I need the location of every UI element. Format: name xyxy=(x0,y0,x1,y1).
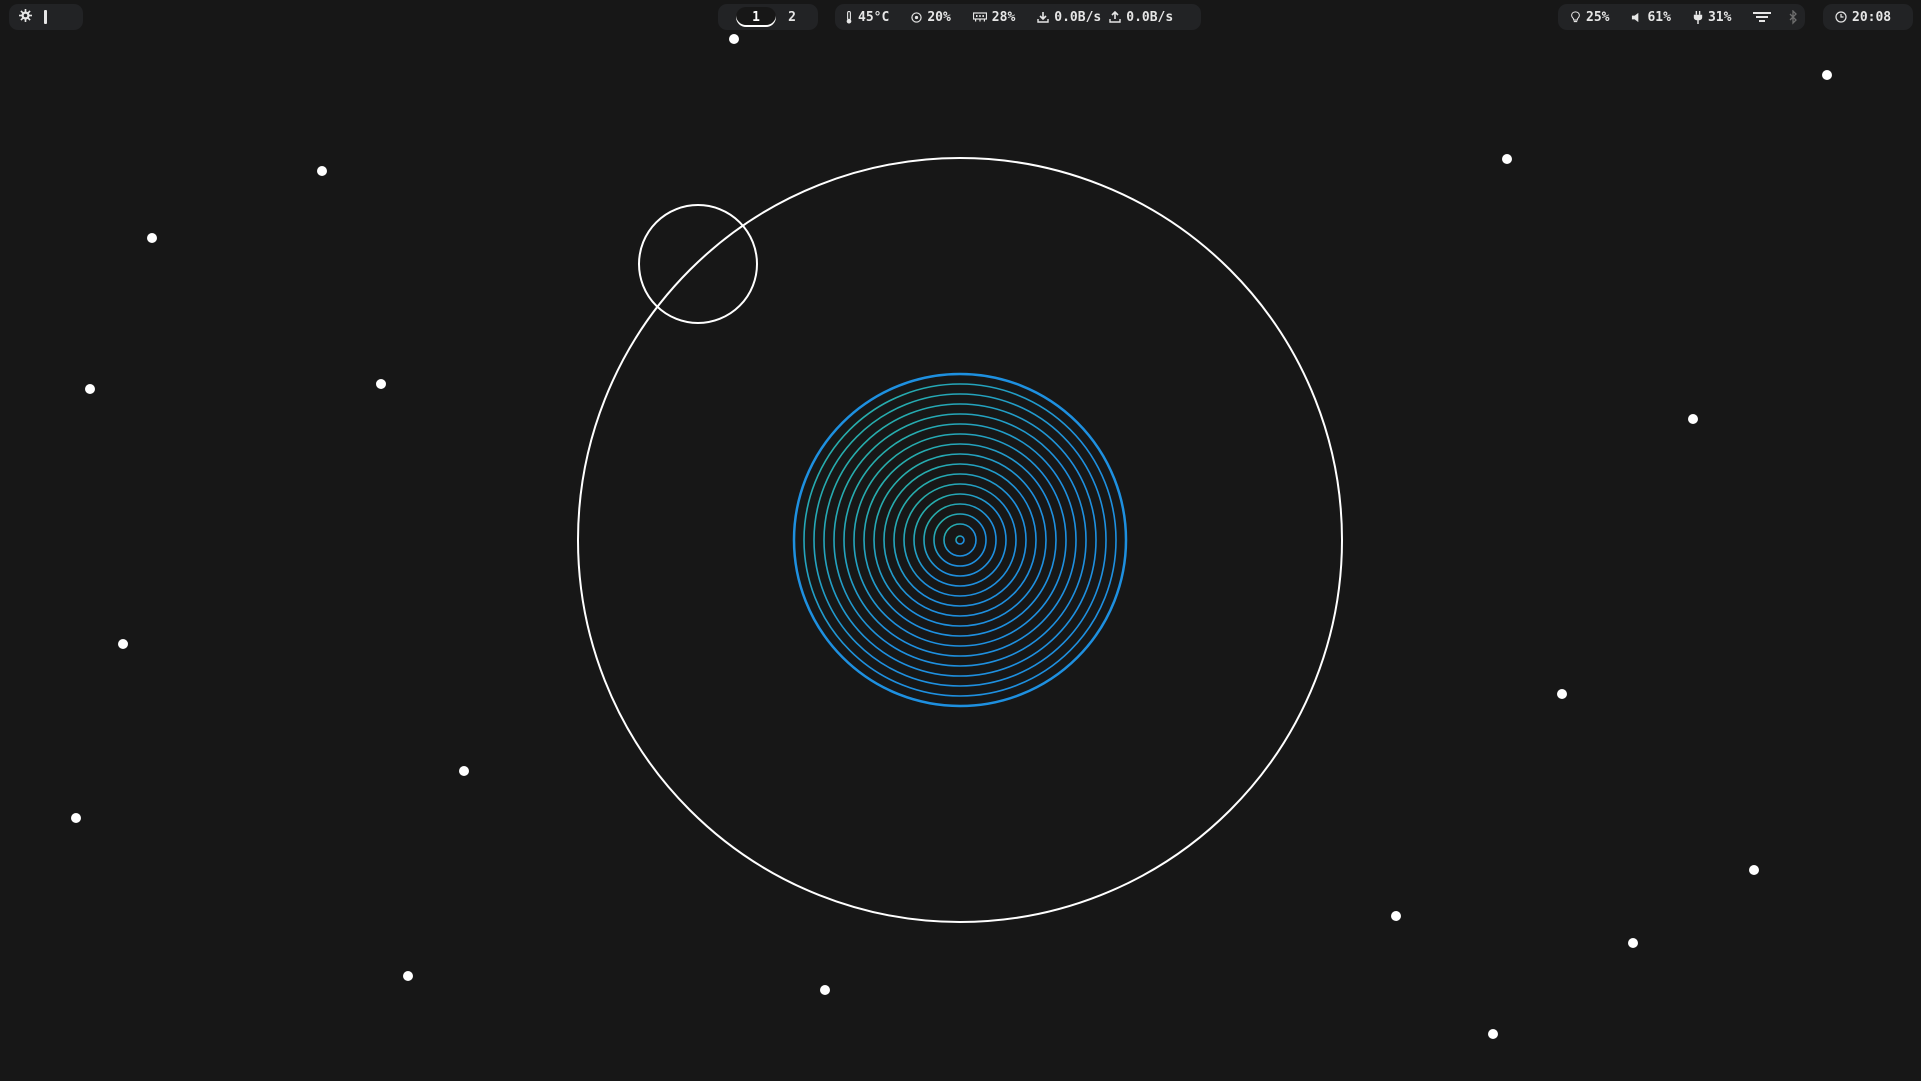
star-dot xyxy=(85,384,95,394)
battery-module[interactable]: 31% xyxy=(1693,10,1731,25)
workspace-1-button[interactable]: 1 xyxy=(736,7,776,27)
system-monitor-module: 45°C 20% 28% 0.0B/s 0.0B/s xyxy=(835,4,1201,30)
inner-ring xyxy=(943,523,977,557)
battery-value: 31% xyxy=(1707,9,1732,25)
star-dot xyxy=(71,813,81,823)
inner-ring xyxy=(873,453,1047,627)
star-dot xyxy=(459,766,469,776)
gear-icon[interactable] xyxy=(19,8,32,26)
speaker-icon xyxy=(1631,12,1642,23)
upload-speed: 0.0B/s xyxy=(1126,9,1174,25)
memory-icon xyxy=(972,12,987,22)
star-dot xyxy=(118,639,128,649)
star-dot xyxy=(317,166,327,176)
window-title-cursor xyxy=(44,10,47,24)
download-speed: 0.0B/s xyxy=(1054,9,1102,25)
wallpaper xyxy=(71,34,1832,1039)
plug-icon xyxy=(1693,10,1703,24)
cpu-value: 20% xyxy=(927,9,951,25)
inner-ring xyxy=(883,463,1037,617)
moon-ring xyxy=(638,204,758,324)
star-dot xyxy=(1749,865,1759,875)
star-dot xyxy=(1688,414,1698,424)
bluetooth-icon[interactable] xyxy=(1789,9,1798,25)
temperature-module[interactable]: 45°C xyxy=(845,10,889,25)
inner-ring xyxy=(803,383,1117,697)
brightness-icon xyxy=(1570,11,1581,23)
stars-layer xyxy=(71,34,1832,1039)
star-dot xyxy=(820,985,830,995)
memory-module[interactable]: 28% xyxy=(972,9,1016,25)
clock-module[interactable]: 20:08 xyxy=(1823,4,1913,30)
orbit-ring xyxy=(577,157,1343,923)
inner-ring xyxy=(933,513,987,567)
inner-ring xyxy=(813,393,1107,687)
workspace-switcher: 1 2 xyxy=(718,4,818,30)
upload-module[interactable]: 0.0B/s xyxy=(1109,10,1173,25)
inner-ring xyxy=(913,493,1007,587)
wifi-icon[interactable] xyxy=(1753,11,1772,24)
star-dot xyxy=(147,233,157,243)
download-icon xyxy=(1037,11,1049,23)
volume-value: 61% xyxy=(1647,9,1671,25)
cpu-module[interactable]: 20% xyxy=(911,9,951,25)
cpu-icon xyxy=(911,11,922,23)
volume-module[interactable]: 61% xyxy=(1631,9,1671,25)
star-dot xyxy=(403,971,413,981)
status-module: 25% 61% 31% xyxy=(1558,4,1805,30)
star-dot xyxy=(376,379,386,389)
upload-icon xyxy=(1109,11,1121,23)
inner-ring xyxy=(903,483,1017,597)
inner-ring xyxy=(843,423,1077,657)
inner-ring xyxy=(955,535,965,545)
inner-ring xyxy=(863,443,1057,637)
clock-icon xyxy=(1835,11,1847,23)
star-dot xyxy=(1628,938,1638,948)
download-module[interactable]: 0.0B/s xyxy=(1037,10,1101,25)
star-dot xyxy=(1488,1029,1498,1039)
desktop: 1 2 45°C 20% 28% 0.0B/s 0.0B/s 25% 61% 3… xyxy=(0,0,1921,1081)
clock-time: 20:08 xyxy=(1852,9,1892,25)
star-dot xyxy=(1822,70,1832,80)
temperature-value: 45°C xyxy=(858,9,890,25)
bar-left-module xyxy=(9,4,83,30)
thermometer-icon xyxy=(845,10,853,24)
workspace-2-button[interactable]: 2 xyxy=(782,7,802,27)
brightness-module[interactable]: 25% xyxy=(1570,10,1609,25)
star-dot xyxy=(1502,154,1512,164)
star-dot xyxy=(1391,911,1401,921)
concentric-rings xyxy=(792,372,1128,708)
memory-value: 28% xyxy=(991,9,1016,25)
inner-ring xyxy=(853,433,1067,647)
clock-group: 20:08 xyxy=(1835,10,1891,25)
brightness-value: 25% xyxy=(1586,9,1610,25)
star-dot xyxy=(1557,689,1567,699)
star-dot xyxy=(729,34,739,44)
inner-ring xyxy=(833,413,1087,667)
